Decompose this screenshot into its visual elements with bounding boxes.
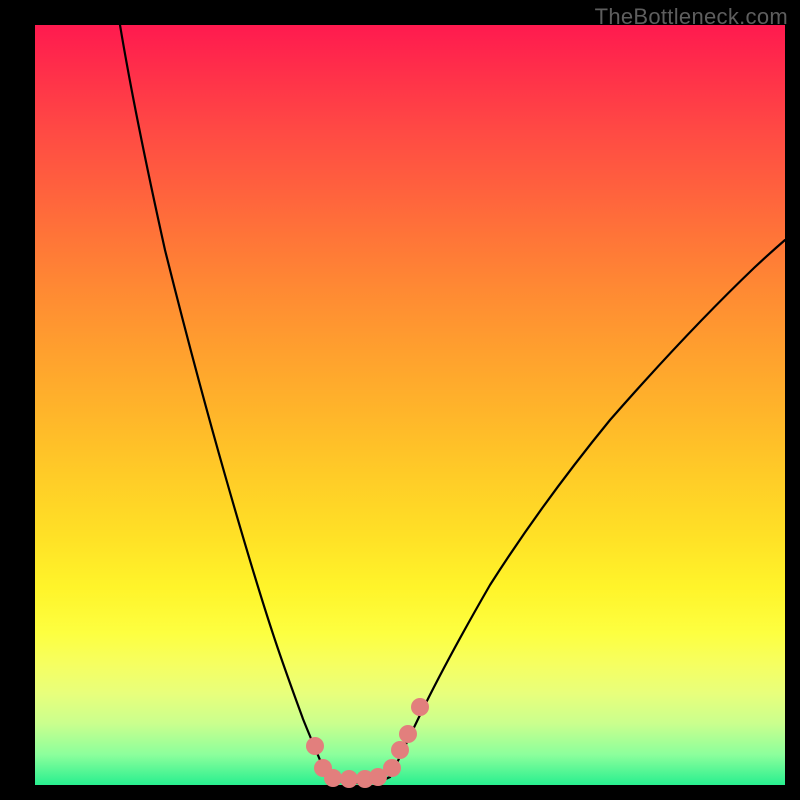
marker-dot [340, 770, 358, 788]
right-curve [390, 240, 785, 777]
marker-dot [306, 737, 324, 755]
watermark-text: TheBottleneck.com [595, 4, 788, 30]
marker-group [306, 698, 429, 788]
chart-svg [35, 25, 785, 785]
left-curve [120, 25, 327, 777]
marker-dot [391, 741, 409, 759]
marker-dot [399, 725, 417, 743]
chart-frame: TheBottleneck.com [0, 0, 800, 800]
plot-area [35, 25, 785, 785]
marker-dot [383, 759, 401, 777]
marker-dot [324, 769, 342, 787]
marker-dot [411, 698, 429, 716]
